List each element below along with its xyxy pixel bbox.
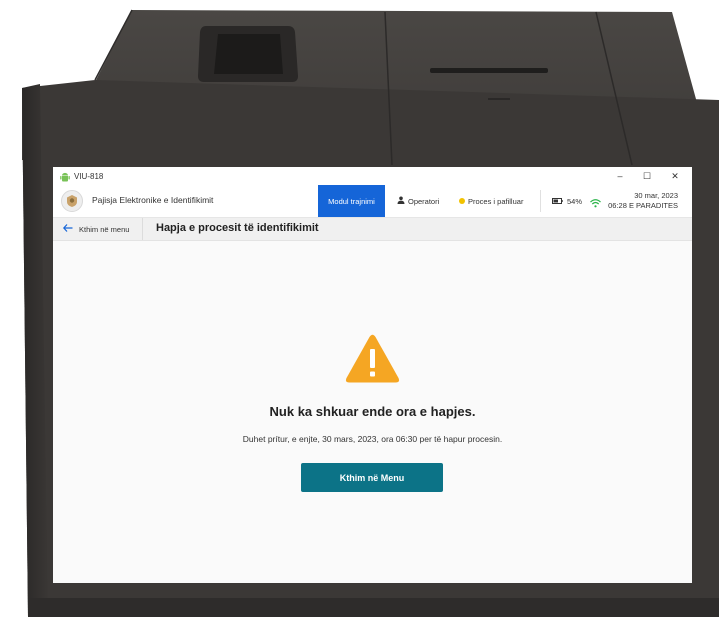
battery-percent: 54% [567,196,583,206]
status-heading: Nuk ka shkuar ende ora e hapjes. [269,404,476,419]
wifi-icon [590,195,601,213]
back-to-menu-button[interactable]: Kthim në menu [53,218,143,240]
training-mode-badge: Modul trajnimi [318,185,385,217]
minimize-button[interactable]: – [607,167,633,185]
time-label: 06:28 E PARADITES [608,201,678,210]
header-divider [540,190,541,212]
warning-icon [345,334,400,384]
status-message: Duhet prítur, e enjte, 30 mars, 2023, or… [242,434,503,444]
date-label: 30 mar, 2023 [634,191,678,200]
person-icon [397,196,405,206]
android-icon [59,170,71,182]
app-window: VIU-818 – ☐ ✕ Pajisja Elektronike e Iden… [53,167,692,583]
operator-menu[interactable]: Operatori [397,185,439,217]
process-status-label: Proces i pafilluar [468,196,524,206]
main-content: Nuk ka shkuar ende ora e hapjes. Duhet p… [53,241,692,583]
title-bar: VIU-818 – ☐ ✕ [53,167,692,185]
return-to-menu-button[interactable]: Kthim në Menu [301,463,443,492]
date-time: 30 mar, 2023 06:28 E PARADITES [608,191,678,211]
navigation-bar: Kthim në menu Hapja e procesit të identi… [53,218,692,241]
back-arrow-icon [62,223,73,235]
operator-label: Operatori [408,196,440,206]
window-title: VIU-818 [74,171,104,181]
battery-icon [552,197,563,206]
app-header: Pajisja Elektronike e Identifikimit Modu… [53,185,692,218]
maximize-button[interactable]: ☐ [634,167,660,185]
close-button[interactable]: ✕ [662,167,688,185]
app-name: Pajisja Elektronike e Identifikimit [92,195,214,205]
page-title: Hapja e procesit të identifikimit [156,222,319,234]
battery-status: 54% [552,185,582,217]
back-label: Kthim në menu [79,224,130,234]
logo-emblem-icon [61,190,83,212]
status-dot-icon [459,198,465,204]
process-status: Proces i pafilluar [459,185,523,217]
